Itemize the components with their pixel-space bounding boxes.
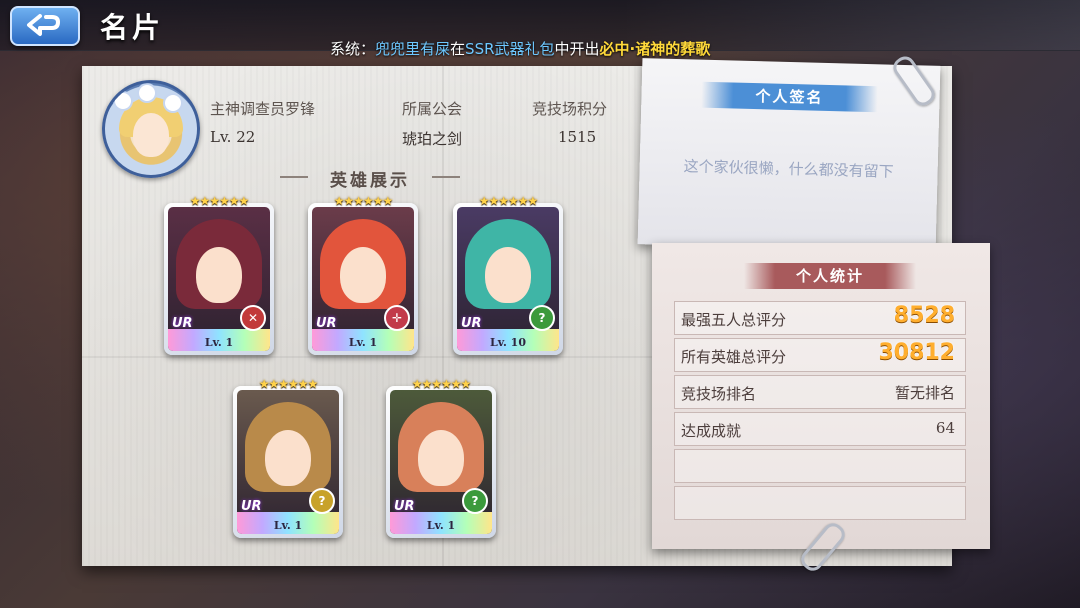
guild-value[interactable]: 琥珀之剑 <box>402 128 462 149</box>
hero-rarity: UR <box>241 499 262 514</box>
system-broadcast: 系统：兜兜里有屎在SSR武器礼包中开出必中·诸神的葬歌 <box>330 38 710 59</box>
stat-row-top5: 最强五人总评分 8528 <box>674 301 966 335</box>
hero-portrait: UR ✛ Lv. 1 <box>312 207 414 351</box>
stat-row-achievements: 达成成就 64 <box>674 412 966 446</box>
hero-class-icon: ✕ <box>240 305 266 331</box>
hero-rarity: UR <box>172 316 193 331</box>
flower-icon <box>115 93 131 109</box>
hero-card[interactable]: UR ✕ Lv. 1 ★★★★★★ <box>164 194 274 355</box>
stat-value: 8528 <box>893 303 955 328</box>
stat-value: 暂无排名 <box>894 384 955 402</box>
hero-class-icon: ? <box>309 488 335 514</box>
signature-panel: 个人签名 这个家伙很懒，什么都没有留下 <box>637 58 941 252</box>
flower-icon <box>165 95 181 111</box>
hero-star-rating: ★★★★★★ <box>258 377 319 391</box>
broadcast-item: 必中·诸神的葬歌 <box>599 40 711 58</box>
stats-title: 个人统计 <box>744 263 916 289</box>
hero-card[interactable]: UR? Lv. 1 ★★★★★★ <box>386 377 496 538</box>
broadcast-pack: SSR武器礼包 <box>465 40 555 58</box>
stats-panel: 个人统计 最强五人总评分 8528 所有英雄总评分 30812 竞技场排名 暂无… <box>652 243 990 549</box>
hero-rarity: UR <box>394 499 415 514</box>
stat-label: 所有英雄总评分 <box>681 348 787 366</box>
stat-label: 最强五人总评分 <box>681 311 787 329</box>
broadcast-mid2: 中开出 <box>554 40 600 58</box>
flower-icon <box>139 85 155 101</box>
stat-row-empty <box>674 449 966 483</box>
broadcast-prefix: 系统： <box>330 40 376 58</box>
broadcast-mid1: 在 <box>450 40 466 58</box>
hero-star-rating: ★★★★★★ <box>411 377 472 391</box>
hero-card[interactable]: UR ✛ Lv. 1 ★★★★★★ <box>308 194 418 355</box>
stat-row-arena-rank: 竞技场排名 暂无排名 <box>674 375 966 409</box>
hero-star-rating: ★★★★★★ <box>189 194 250 208</box>
broadcast-player: 兜兜里有屎 <box>375 40 451 58</box>
hero-level: Lv. 1 <box>273 519 303 532</box>
stat-row-all-heroes: 所有英雄总评分 30812 <box>674 338 966 372</box>
back-button[interactable] <box>10 6 80 46</box>
back-arrow-icon <box>27 14 60 36</box>
hero-showcase-title: 英雄展示 <box>280 166 460 191</box>
hero-class-icon: ✛ <box>384 305 410 331</box>
guild-label: 所属公会 <box>402 100 463 118</box>
hero-rarity: UR <box>461 316 482 331</box>
hero-class-icon: ? <box>462 488 488 514</box>
stat-label: 达成成就 <box>681 422 742 440</box>
signature-text[interactable]: 这个家伙很懒，什么都没有留下 <box>639 154 937 183</box>
arena-points-value: 1515 <box>558 128 597 146</box>
stat-row-empty <box>674 486 966 520</box>
arena-points-label: 竞技场积分 <box>532 100 608 118</box>
hero-portrait: UR? Lv. 10 <box>457 207 559 351</box>
player-level: Lv. 22 <box>210 128 256 146</box>
hero-star-rating: ★★★★★★ <box>333 194 394 208</box>
hero-level: Lv. 1 <box>348 336 378 349</box>
hero-portrait: UR ✕ Lv. 1 <box>168 207 270 351</box>
hero-card[interactable]: UR? Lv. 1 ★★★★★★ <box>233 377 343 538</box>
hero-level: Lv. 1 <box>426 519 456 532</box>
signature-title: 个人签名 <box>701 81 878 113</box>
hero-star-rating: ★★★★★★ <box>478 194 539 208</box>
hero-card[interactable]: UR? Lv. 10 ★★★★★★ <box>453 194 563 355</box>
player-avatar[interactable] <box>102 80 200 178</box>
stat-label: 竞技场排名 <box>681 385 757 403</box>
page-title: 名片 <box>100 11 165 44</box>
hero-class-icon: ? <box>529 305 555 331</box>
hero-level: Lv. 1 <box>204 336 234 349</box>
hero-portrait: UR? Lv. 1 <box>237 390 339 534</box>
player-name: 主神调查员罗锋 <box>210 100 316 118</box>
hero-rarity: UR <box>316 316 337 331</box>
hero-level: Lv. 10 <box>490 336 526 349</box>
hero-portrait: UR? Lv. 1 <box>390 390 492 534</box>
stat-value: 30812 <box>878 340 955 365</box>
stat-value: 64 <box>935 419 955 437</box>
